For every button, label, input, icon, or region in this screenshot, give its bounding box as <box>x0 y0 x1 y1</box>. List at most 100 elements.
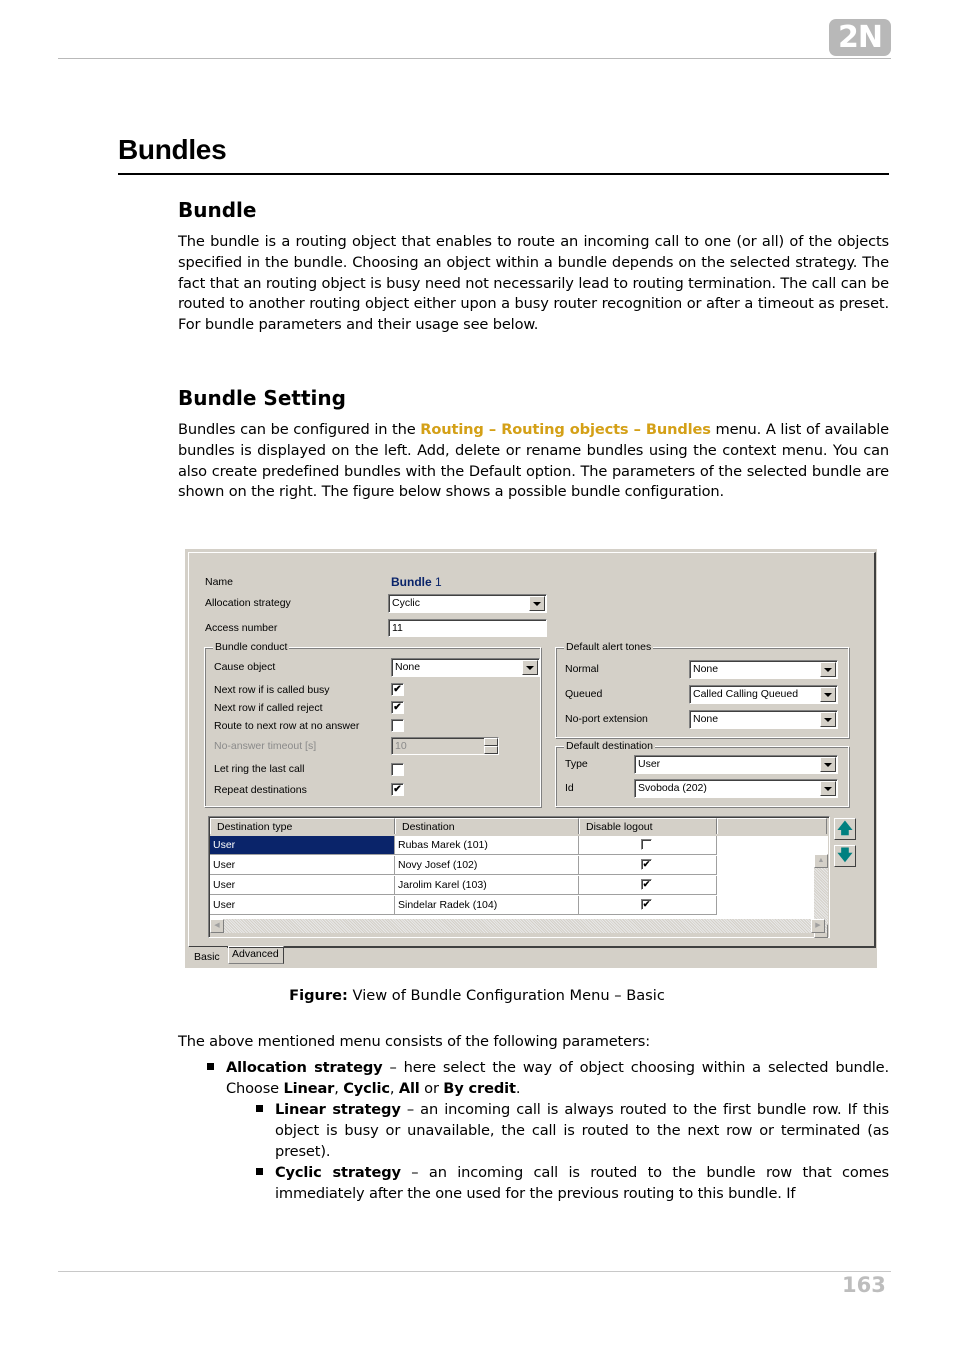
access-number-value: 11 <box>392 622 403 634</box>
no-answer-timeout-label: No-answer timeout [s] <box>214 740 317 752</box>
term: Cyclic strategy <box>275 1164 401 1181</box>
route-no-answer-checkbox[interactable] <box>391 719 404 732</box>
normal-tone-value: None <box>693 663 719 675</box>
scroll-left-icon[interactable]: ◀ <box>210 919 224 933</box>
cause-object-value: None <box>395 661 421 673</box>
sep: , <box>389 1079 399 1097</box>
cell-text: User <box>213 899 236 911</box>
next-row-busy-checkbox[interactable]: ✔ <box>391 683 404 696</box>
cell-destination-type[interactable]: User <box>210 856 395 875</box>
sep: , <box>334 1079 344 1097</box>
table-row[interactable]: User Jarolim Karel (103) ✔ <box>210 876 718 896</box>
chevron-down-icon[interactable] <box>820 781 836 796</box>
allocation-strategy-select[interactable]: Cyclic <box>388 594 547 613</box>
default-destination-title: Default destination <box>564 740 655 752</box>
default-alert-tones-title: Default alert tones <box>564 641 654 653</box>
let-ring-checkbox[interactable] <box>391 763 404 776</box>
destination-type-select[interactable]: User <box>634 755 838 774</box>
cell-destination-type[interactable]: User <box>210 876 395 895</box>
cell-disable-logout: ✔ <box>579 896 717 915</box>
cell-destination[interactable]: Jarolim Karel (103) <box>395 876 579 895</box>
title-rule <box>118 173 889 175</box>
no-answer-timeout-value: 10 <box>395 740 407 752</box>
destinations-grid: Destination type Destination Disable log… <box>208 816 830 938</box>
arrow-up-icon: 🡅 <box>837 820 853 837</box>
scroll-right-icon[interactable]: ▶ <box>811 919 825 933</box>
cell-disable-logout <box>579 836 717 855</box>
cell-text: Jarolim Karel (103) <box>398 879 487 891</box>
disable-logout-checkbox[interactable]: ✔ <box>641 899 652 910</box>
chevron-down-icon[interactable] <box>820 712 836 727</box>
para-text: Bundles can be configured in the <box>178 421 421 438</box>
cell-destination[interactable]: Sindelar Radek (104) <box>395 896 579 915</box>
bullet-linear-strategy: Linear strategy – an incoming call is al… <box>275 1100 889 1162</box>
bundle-name-bold: Bundle <box>391 575 432 589</box>
move-down-button[interactable]: 🡇 <box>834 845 856 867</box>
normal-label: Normal <box>565 663 599 675</box>
cell-text: Sindelar Radek (104) <box>398 899 498 911</box>
bullet-icon <box>256 1168 263 1175</box>
normal-tone-select[interactable]: None <box>689 660 838 679</box>
disable-logout-checkbox[interactable]: ✔ <box>641 879 652 890</box>
column-header-disable-logout[interactable]: Disable logout <box>579 818 717 834</box>
name-label: Name <box>205 576 234 588</box>
type-label: Type <box>565 758 588 770</box>
cell-destination-type[interactable]: User <box>210 896 395 915</box>
cell-disable-logout: ✔ <box>579 876 717 895</box>
default-alert-tones-group: Default alert tones Normal None Queued C… <box>555 641 849 738</box>
tab-label: Basic <box>194 951 220 963</box>
option-linear: Linear <box>283 1079 335 1097</box>
cell-destination-type[interactable]: User <box>210 836 395 855</box>
bundle-conduct-group: Bundle conduct Cause object None Next ro… <box>204 641 541 807</box>
repeat-destinations-checkbox[interactable]: ✔ <box>391 783 404 796</box>
footer-rule <box>58 1271 891 1272</box>
sep: . <box>515 1079 521 1097</box>
tab-basic[interactable]: Basic <box>187 947 227 965</box>
chevron-down-icon[interactable] <box>820 687 836 702</box>
cell-text: User <box>213 859 236 871</box>
basic-tab-panel: Name Bundle 1 Allocation strategy Cyclic… <box>188 552 876 948</box>
move-up-button[interactable]: 🡅 <box>834 818 856 840</box>
bundle-name-value: Bundle 1 <box>391 575 442 589</box>
disable-logout-checkbox[interactable]: ✔ <box>641 859 652 870</box>
horizontal-scrollbar[interactable]: ◀ ▶ <box>210 919 827 933</box>
destination-id-select[interactable]: Svoboda (202) <box>634 779 838 798</box>
tab-label: Advanced <box>232 948 279 960</box>
bullet-allocation-strategy: Allocation strategy – here select the wa… <box>226 1058 889 1100</box>
page-title: Bundles <box>118 134 227 165</box>
tab-advanced[interactable]: Advanced <box>228 946 284 964</box>
bundle-name-number: 1 <box>431 575 442 589</box>
destination-id-value: Svoboda (202) <box>638 782 707 794</box>
2n-logo: 2N <box>829 19 891 56</box>
bundle-conduct-title: Bundle conduct <box>213 641 290 653</box>
cell-destination[interactable]: Novy Josef (102) <box>395 856 579 875</box>
access-number-input[interactable]: 11 <box>388 619 547 637</box>
cell-text: User <box>213 879 236 891</box>
scroll-up-icon[interactable]: ▲ <box>814 854 828 868</box>
chevron-down-icon[interactable] <box>529 596 545 611</box>
chevron-down-icon[interactable] <box>820 662 836 677</box>
cell-text: Novy Josef (102) <box>398 859 478 871</box>
disable-logout-checkbox[interactable] <box>641 839 652 850</box>
column-header-label: Destination <box>402 821 455 833</box>
table-row[interactable]: User Sindelar Radek (104) ✔ <box>210 896 718 916</box>
repeat-destinations-label: Repeat destinations <box>214 784 307 796</box>
cell-destination[interactable]: Rubas Marek (101) <box>395 836 579 855</box>
caption-text: View of Bundle Configuration Menu – Basi… <box>347 987 665 1004</box>
table-row[interactable]: User Rubas Marek (101) <box>210 836 718 856</box>
bullet-icon <box>256 1105 263 1112</box>
destination-type-value: User <box>638 758 661 770</box>
chevron-down-icon[interactable] <box>820 757 836 772</box>
column-header-destination-type[interactable]: Destination type <box>210 818 395 834</box>
next-row-reject-checkbox[interactable]: ✔ <box>391 701 404 714</box>
default-destination-group: Default destination Type User Id Svoboda… <box>555 740 849 807</box>
chevron-down-icon[interactable] <box>522 660 538 675</box>
access-number-label: Access number <box>205 622 278 634</box>
cell-text: Rubas Marek (101) <box>398 839 488 851</box>
queued-tone-select[interactable]: Called Calling Queued <box>689 685 838 704</box>
no-port-extension-select[interactable]: None <box>689 710 838 729</box>
table-row[interactable]: User Novy Josef (102) ✔ <box>210 856 718 876</box>
route-no-answer-label: Route to next row at no answer <box>214 720 360 732</box>
column-header-destination[interactable]: Destination <box>395 818 579 834</box>
cause-object-select[interactable]: None <box>391 658 540 677</box>
